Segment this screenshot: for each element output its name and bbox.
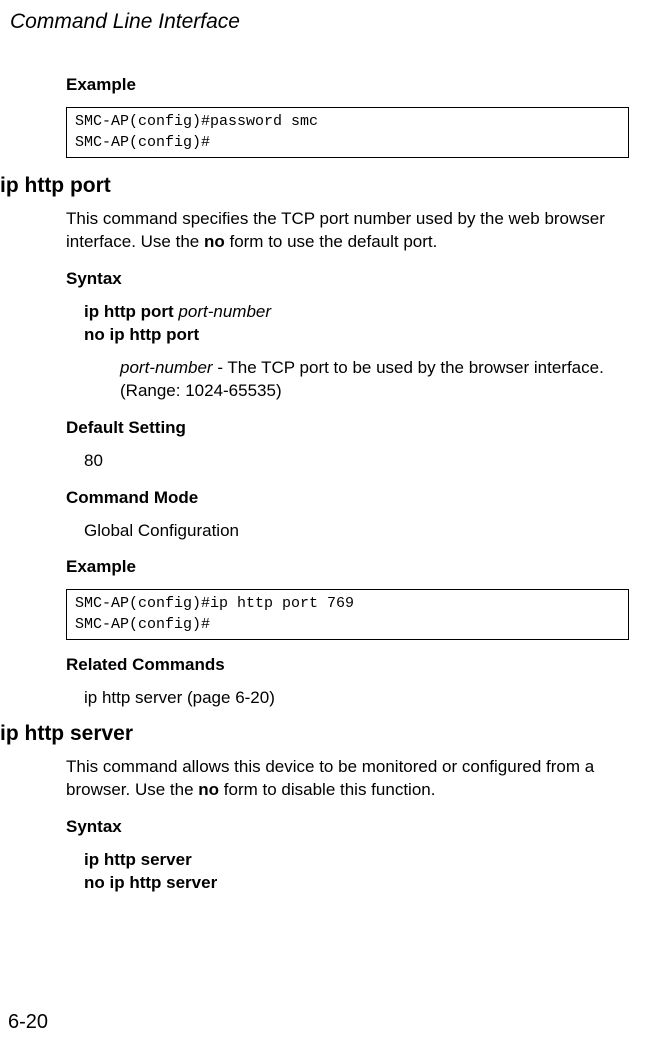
code-line: SMC-AP(config)# xyxy=(75,616,210,633)
syntax-block: ip http port port-number no ip http port… xyxy=(84,301,629,403)
desc-text: form to disable this function. xyxy=(219,780,435,799)
code-line: SMC-AP(config)#password smc xyxy=(75,113,318,130)
syntax-cmd: ip http port xyxy=(84,302,178,321)
syntax-arg: port-number xyxy=(178,302,271,321)
command-title-ip-http-server: ip http server xyxy=(0,720,629,748)
example-heading-2: Example xyxy=(66,556,629,579)
code-line: SMC-AP(config)#ip http port 769 xyxy=(75,595,354,612)
syntax-block: ip http server no ip http server xyxy=(84,849,629,895)
code-box-1: SMC-AP(config)#password smc SMC-AP(confi… xyxy=(66,107,629,158)
syntax-heading: Syntax xyxy=(66,268,629,291)
page-number: 6-20 xyxy=(8,1009,48,1036)
syntax-line: ip http server xyxy=(84,849,629,872)
code-box-2: SMC-AP(config)#ip http port 769 SMC-AP(c… xyxy=(66,589,629,640)
code-line: SMC-AP(config)# xyxy=(75,134,210,151)
param-description: port-number - The TCP port to be used by… xyxy=(120,357,629,403)
syntax-line: no ip http server xyxy=(84,872,629,895)
no-keyword: no xyxy=(198,780,219,799)
syntax-heading: Syntax xyxy=(66,816,629,839)
related-commands-heading: Related Commands xyxy=(66,654,629,677)
default-setting-value: 80 xyxy=(84,450,629,473)
syntax-line: no ip http port xyxy=(84,324,629,347)
default-setting-heading: Default Setting xyxy=(66,417,629,440)
related-commands-value: ip http server (page 6-20) xyxy=(84,687,629,710)
no-keyword: no xyxy=(204,232,225,251)
command-title-ip-http-port: ip http port xyxy=(0,172,629,200)
command-description: This command specifies the TCP port numb… xyxy=(66,208,629,254)
example-heading-1: Example xyxy=(66,74,629,97)
running-header: Command Line Interface xyxy=(10,8,629,36)
command-mode-heading: Command Mode xyxy=(66,487,629,510)
syntax-line: ip http port port-number xyxy=(84,301,629,324)
command-mode-value: Global Configuration xyxy=(84,520,629,543)
command-description: This command allows this device to be mo… xyxy=(66,756,629,802)
param-arg: port-number xyxy=(120,358,213,377)
desc-text: form to use the default port. xyxy=(225,232,438,251)
